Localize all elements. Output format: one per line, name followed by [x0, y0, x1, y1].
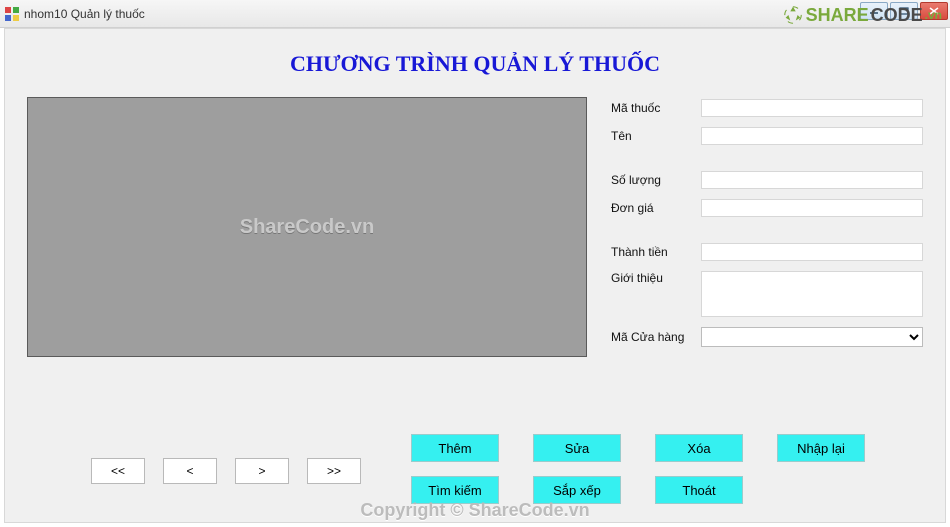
page-title: CHƯƠNG TRÌNH QUẢN LÝ THUỐC [5, 29, 945, 89]
select-ma-cua-hang[interactable] [701, 327, 923, 347]
label-so-luong: Số lượng [611, 173, 691, 187]
nav-first-button[interactable]: << [91, 458, 145, 484]
form-panel: Mã thuốc Tên Số lượng Đơn giá Thành tiền [611, 97, 923, 357]
nhap-lai-button[interactable]: Nhập lại [777, 434, 865, 462]
input-ma-thuoc[interactable] [701, 99, 923, 117]
input-ten[interactable] [701, 127, 923, 145]
minimize-button[interactable] [860, 2, 888, 20]
sua-button[interactable]: Sửa [533, 434, 621, 462]
label-ma-thuoc: Mã thuốc [611, 101, 691, 115]
window-title: nhom10 Quản lý thuốc [24, 7, 145, 21]
sap-xep-button[interactable]: Sắp xếp [533, 476, 621, 504]
input-don-gia[interactable] [701, 199, 923, 217]
thoat-button[interactable]: Thoát [655, 476, 743, 504]
data-grid[interactable]: ShareCode.vn [27, 97, 587, 357]
window-titlebar: nhom10 Quản lý thuốc [0, 0, 950, 28]
label-ten: Tên [611, 129, 691, 143]
tim-kiem-button[interactable]: Tìm kiếm [411, 476, 499, 504]
nav-next-button[interactable]: > [235, 458, 289, 484]
xoa-button[interactable]: Xóa [655, 434, 743, 462]
app-icon [4, 6, 20, 22]
input-thanh-tien[interactable] [701, 243, 923, 261]
nav-prev-button[interactable]: < [163, 458, 217, 484]
client-area: CHƯƠNG TRÌNH QUẢN LÝ THUỐC ShareCode.vn … [4, 28, 946, 523]
maximize-button[interactable] [890, 2, 918, 20]
them-button[interactable]: Thêm [411, 434, 499, 462]
record-nav: << < > >> [91, 458, 361, 484]
label-gioi-thieu: Giới thiệu [611, 271, 691, 285]
label-thanh-tien: Thành tiền [611, 245, 691, 259]
label-ma-cua-hang: Mã Cửa hàng [611, 330, 691, 344]
label-don-gia: Đơn giá [611, 201, 691, 215]
grid-watermark: ShareCode.vn [240, 216, 374, 239]
input-gioi-thieu[interactable] [701, 271, 923, 317]
input-so-luong[interactable] [701, 171, 923, 189]
close-button[interactable] [920, 2, 948, 20]
nav-last-button[interactable]: >> [307, 458, 361, 484]
